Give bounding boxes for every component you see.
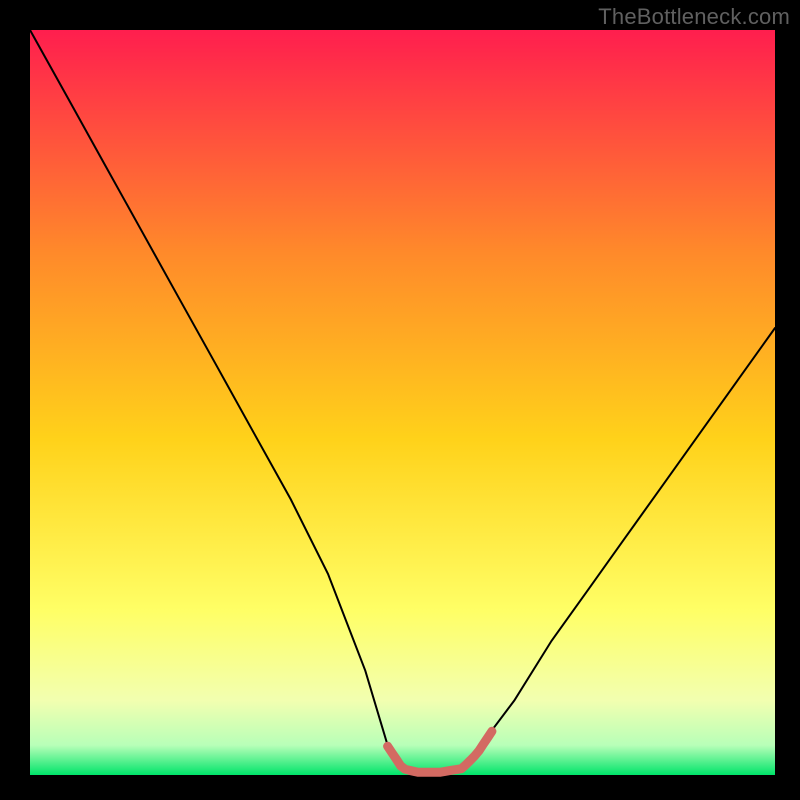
watermark-text: TheBottleneck.com — [598, 4, 790, 30]
plot-background — [30, 30, 775, 775]
bottleneck-chart — [0, 0, 800, 800]
chart-stage: TheBottleneck.com — [0, 0, 800, 800]
